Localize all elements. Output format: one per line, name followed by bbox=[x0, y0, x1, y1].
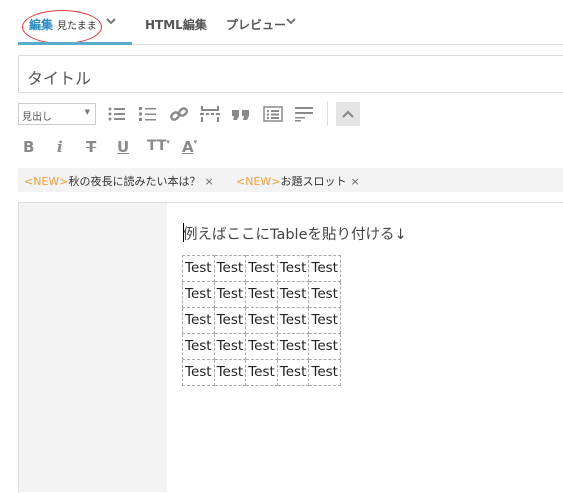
pasted-table[interactable]: Test Test Test Test Test Test Test Test Test Tes… bbox=[182, 255, 341, 386]
tab-html-edit[interactable]: HTML編集 bbox=[145, 16, 207, 33]
table-cell[interactable]: Test bbox=[213, 281, 247, 308]
table-cell[interactable]: Test bbox=[276, 333, 310, 360]
table-cell[interactable]: Test bbox=[245, 307, 278, 334]
table-cell[interactable]: Test bbox=[213, 359, 247, 386]
table-cell[interactable]: Test bbox=[245, 359, 278, 386]
bullet-list-icon[interactable] bbox=[107, 104, 127, 124]
table-cell[interactable]: Test bbox=[245, 281, 278, 308]
table-row: Test Test Test Test Test bbox=[182, 255, 341, 282]
new-badge: <NEW> bbox=[236, 175, 281, 188]
table-cell[interactable]: Test bbox=[308, 359, 341, 386]
table-row: Test Test Test Test Test bbox=[182, 333, 341, 360]
text-color-label: A bbox=[182, 138, 194, 156]
heading-select[interactable]: 見出し ▼ bbox=[18, 103, 96, 125]
tag-text: お題スロット bbox=[280, 175, 347, 188]
bold-button[interactable]: B bbox=[23, 138, 34, 158]
numbered-list-icon[interactable] bbox=[138, 104, 158, 124]
table-cell[interactable]: Test bbox=[182, 333, 215, 360]
table-cell[interactable]: Test bbox=[182, 307, 215, 334]
heading-select-value: 見出し bbox=[22, 112, 52, 123]
collapse-toolbar-button[interactable] bbox=[336, 102, 360, 126]
table-cell[interactable]: Test bbox=[308, 333, 341, 360]
active-tab-indicator bbox=[18, 42, 132, 45]
editor-tabs: 編集 見たまま HTML編集 プレビュー bbox=[0, 0, 563, 46]
underline-button[interactable]: U bbox=[117, 138, 129, 158]
tab-preview[interactable]: プレビュー bbox=[226, 16, 286, 33]
strikethrough-button[interactable]: T bbox=[86, 138, 96, 158]
table-cell[interactable]: Test bbox=[213, 307, 247, 334]
quote-icon[interactable] bbox=[231, 104, 251, 124]
table-row: Test Test Test Test Test bbox=[182, 307, 341, 334]
font-size-button[interactable]: TT▾ bbox=[147, 138, 170, 158]
close-icon[interactable]: × bbox=[351, 175, 360, 188]
editor-side-panel bbox=[19, 203, 167, 492]
close-icon[interactable]: × bbox=[205, 175, 214, 188]
table-cell[interactable]: Test bbox=[276, 255, 310, 282]
tag-text: 秋の夜長に読みたい本は？ bbox=[68, 175, 201, 188]
annotation-ring bbox=[22, 10, 102, 44]
font-size-label: TT bbox=[147, 138, 167, 154]
select-arrow-icon: ▼ bbox=[84, 108, 90, 116]
table-cell[interactable]: Test bbox=[182, 359, 215, 386]
tag-suggestion[interactable]: <NEW>秋の夜長に読みたい本は？ × bbox=[24, 173, 214, 189]
link-icon[interactable] bbox=[169, 104, 189, 124]
text-color-button[interactable]: A▾ bbox=[182, 138, 197, 158]
table-cell[interactable]: Test bbox=[276, 307, 310, 334]
table-cell[interactable]: Test bbox=[245, 333, 278, 360]
page-break-icon[interactable] bbox=[200, 104, 220, 124]
chevron-down-icon[interactable] bbox=[286, 17, 296, 25]
table-cell[interactable]: Test bbox=[276, 281, 310, 308]
editor-intro-text: 例えばここにTableを貼り付ける↓ bbox=[183, 227, 407, 243]
title-input[interactable]: タイトル bbox=[18, 55, 563, 93]
new-badge: <NEW> bbox=[24, 175, 69, 188]
tag-suggestion-bar: <NEW>秋の夜長に読みたい本は？ × <NEW>お題スロット × bbox=[18, 168, 563, 192]
table-row: Test Test Test Test Test bbox=[182, 359, 341, 386]
text-color-arrow-icon: ▾ bbox=[193, 138, 198, 146]
table-cell[interactable]: Test bbox=[213, 255, 247, 282]
table-cell[interactable]: Test bbox=[182, 281, 215, 308]
chevron-down-icon[interactable] bbox=[106, 17, 116, 25]
table-cell[interactable]: Test bbox=[308, 281, 341, 308]
table-cell[interactable]: Test bbox=[276, 359, 310, 386]
toc-icon[interactable] bbox=[263, 104, 283, 124]
table-cell[interactable]: Test bbox=[308, 255, 341, 282]
tag-suggestion[interactable]: <NEW>お題スロット × bbox=[236, 173, 360, 189]
table-cell[interactable]: Test bbox=[308, 307, 341, 334]
table-cell[interactable]: Test bbox=[213, 333, 247, 360]
chevron-up-icon bbox=[342, 110, 354, 118]
italic-button[interactable]: i bbox=[57, 138, 63, 158]
text-caret bbox=[183, 223, 184, 242]
more-icon[interactable] bbox=[294, 104, 314, 124]
table-row: Test Test Test Test Test bbox=[182, 281, 341, 308]
toolbar-divider bbox=[327, 102, 328, 126]
font-size-arrow-icon: ▾ bbox=[166, 138, 170, 146]
table-cell[interactable]: Test bbox=[245, 255, 278, 282]
table-cell[interactable]: Test bbox=[182, 255, 215, 282]
title-input-value: タイトル bbox=[27, 69, 92, 88]
